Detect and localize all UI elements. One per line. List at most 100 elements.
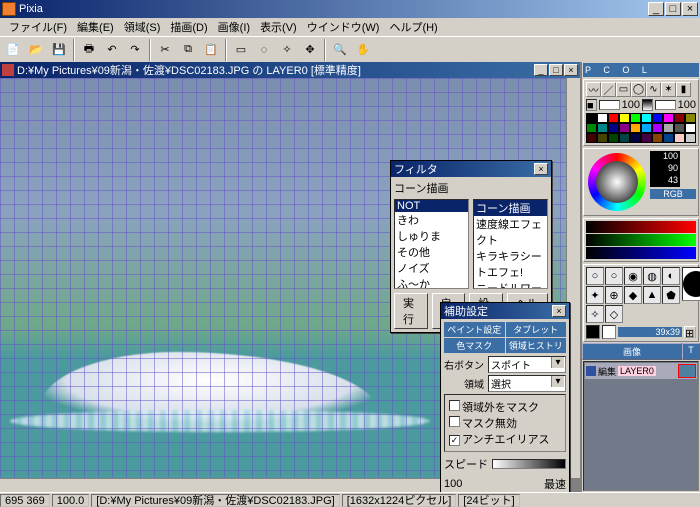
swatch[interactable] — [608, 133, 619, 143]
r-gradient[interactable] — [586, 221, 696, 233]
brush-8[interactable]: ◆ — [624, 286, 642, 304]
menu-window[interactable]: ウインドウ(W) — [302, 18, 385, 36]
aux-cb1[interactable] — [449, 400, 460, 411]
menu-image[interactable]: 画像(I) — [213, 18, 255, 36]
swatch[interactable] — [619, 133, 630, 143]
tool-paste[interactable]: 📋 — [200, 39, 222, 61]
swatch[interactable] — [597, 113, 608, 123]
opacity-mode-icon[interactable]: ■ — [586, 99, 597, 111]
filter-item[interactable]: キラキラシートエフェ! — [474, 248, 547, 280]
swatch[interactable] — [641, 133, 652, 143]
opacity-right-bar[interactable] — [655, 100, 676, 110]
g-gradient[interactable] — [586, 234, 696, 246]
menu-file[interactable]: ファイル(F) — [4, 18, 72, 36]
fg-color[interactable] — [586, 325, 600, 339]
tool-redo[interactable]: ↷ — [124, 39, 146, 61]
tool-new[interactable]: 📄 — [2, 39, 24, 61]
aux-cb2[interactable] — [449, 416, 460, 427]
aux-rbtn-select[interactable]: スポイト — [488, 356, 566, 373]
tool-open[interactable]: 📂 — [25, 39, 47, 61]
doc-max[interactable]: □ — [549, 64, 563, 76]
filter-dialog-titlebar[interactable]: フィルタ × — [391, 161, 551, 177]
color-wheel[interactable] — [588, 153, 646, 211]
doc-min[interactable]: _ — [534, 64, 548, 76]
swatch[interactable] — [663, 133, 674, 143]
tool-print[interactable]: 🖶 — [78, 39, 100, 61]
tool-undo[interactable]: ↶ — [101, 39, 123, 61]
tool-hand[interactable]: ✋ — [352, 39, 374, 61]
brush-3[interactable]: ◉ — [624, 267, 642, 285]
swatch[interactable] — [630, 133, 641, 143]
aux-speed-slider[interactable] — [492, 459, 566, 469]
brush-size-picker-icon[interactable]: ⊞ — [684, 326, 696, 338]
b-gradient[interactable] — [586, 247, 696, 259]
swatch[interactable] — [641, 113, 652, 123]
filter-item[interactable]: 速度線エフェクト — [474, 216, 547, 248]
filter-cat-item[interactable]: ノイズ — [395, 260, 468, 276]
swatch[interactable] — [652, 123, 663, 133]
brush-12[interactable]: ◇ — [605, 305, 623, 323]
document-titlebar[interactable]: D:¥My Pictures¥09新潟・佐渡¥DSC02183.JPG の LA… — [0, 62, 580, 78]
filter-item[interactable]: ニードルワーク — [474, 280, 547, 289]
menu-help[interactable]: ヘルプ(H) — [384, 18, 442, 36]
brush-11[interactable]: ✧ — [586, 305, 604, 323]
opacity-grad-icon[interactable] — [642, 99, 653, 111]
bg-color[interactable] — [602, 325, 616, 339]
filter-cat-item[interactable]: きわ — [395, 212, 468, 228]
aux-close-button[interactable]: × — [552, 305, 566, 317]
menu-edit[interactable]: 編集(E) — [72, 18, 119, 36]
swatch[interactable] — [685, 113, 696, 123]
aux-area-select[interactable]: 選択 — [488, 375, 566, 392]
filter-cat-item[interactable]: NOT — [395, 200, 468, 212]
swatch[interactable] — [685, 123, 696, 133]
brush-7[interactable]: ⊕ — [605, 286, 623, 304]
tool-save[interactable]: 💾 — [48, 39, 70, 61]
swatch[interactable] — [597, 133, 608, 143]
swatch[interactable] — [586, 123, 597, 133]
tool-copy[interactable]: ⧉ — [177, 39, 199, 61]
brush-4[interactable]: ◍ — [643, 267, 661, 285]
tool-zoom[interactable]: 🔍 — [329, 39, 351, 61]
tool-lasso[interactable]: ◌ — [253, 39, 275, 61]
brush-9[interactable]: ▲ — [643, 286, 661, 304]
swatch[interactable] — [608, 123, 619, 133]
rgb-tab[interactable]: RGB — [650, 189, 696, 199]
layer-name[interactable]: LAYER0 — [618, 366, 656, 376]
swatch[interactable] — [674, 133, 685, 143]
tool-wand[interactable]: ✧ — [276, 39, 298, 61]
shape-free[interactable]: 〰 — [586, 82, 601, 97]
layer-tab-t[interactable]: T — [682, 343, 700, 360]
aux-cb3[interactable]: ✓ — [449, 435, 460, 446]
filter-cat-item[interactable]: ふ～か — [395, 276, 468, 289]
filter-category-list[interactable]: NOTきわしゅりまその他ノイズふ～か便利効果標準 — [394, 199, 469, 289]
maximize-button[interactable]: □ — [665, 2, 681, 16]
shape-curve[interactable]: ∿ — [646, 82, 661, 97]
swatch[interactable] — [619, 113, 630, 123]
aux-tab-tablet[interactable]: タブレット — [506, 322, 567, 337]
swatch[interactable] — [652, 113, 663, 123]
brush-1[interactable]: ○ — [586, 267, 604, 285]
brush-6[interactable]: ✦ — [586, 286, 604, 304]
layer-thumb[interactable] — [678, 364, 696, 378]
minimize-button[interactable]: _ — [648, 2, 664, 16]
menu-view[interactable]: 表示(V) — [255, 18, 302, 36]
tool-cut[interactable]: ✂ — [154, 39, 176, 61]
swatch[interactable] — [608, 113, 619, 123]
swatch[interactable] — [630, 123, 641, 133]
doc-close[interactable]: × — [564, 64, 578, 76]
aux-tab-paint[interactable]: ペイント設定 — [444, 322, 505, 337]
layer-tab-image[interactable]: 画像 — [582, 343, 682, 360]
swatch[interactable] — [630, 113, 641, 123]
filter-item-list[interactable]: コーン描画速度線エフェクトキラキラシートエフェ!ニードルワークウェーブ変換 — [473, 199, 548, 289]
shape-rect[interactable]: ▭ — [616, 82, 631, 97]
swatch[interactable] — [641, 123, 652, 133]
shape-ellipse[interactable]: ◯ — [631, 82, 646, 97]
shape-line[interactable]: ／ — [601, 82, 616, 97]
tool-move[interactable]: ✥ — [299, 39, 321, 61]
shape-fill[interactable]: ▮ — [676, 82, 691, 97]
filter-run-button[interactable]: 実行 — [394, 293, 428, 329]
filter-close-button[interactable]: × — [534, 163, 548, 175]
layer-row[interactable]: 編集 LAYER0 — [585, 363, 697, 379]
brush-2[interactable]: ○ — [605, 267, 623, 285]
brush-10[interactable]: ⬟ — [662, 286, 680, 304]
